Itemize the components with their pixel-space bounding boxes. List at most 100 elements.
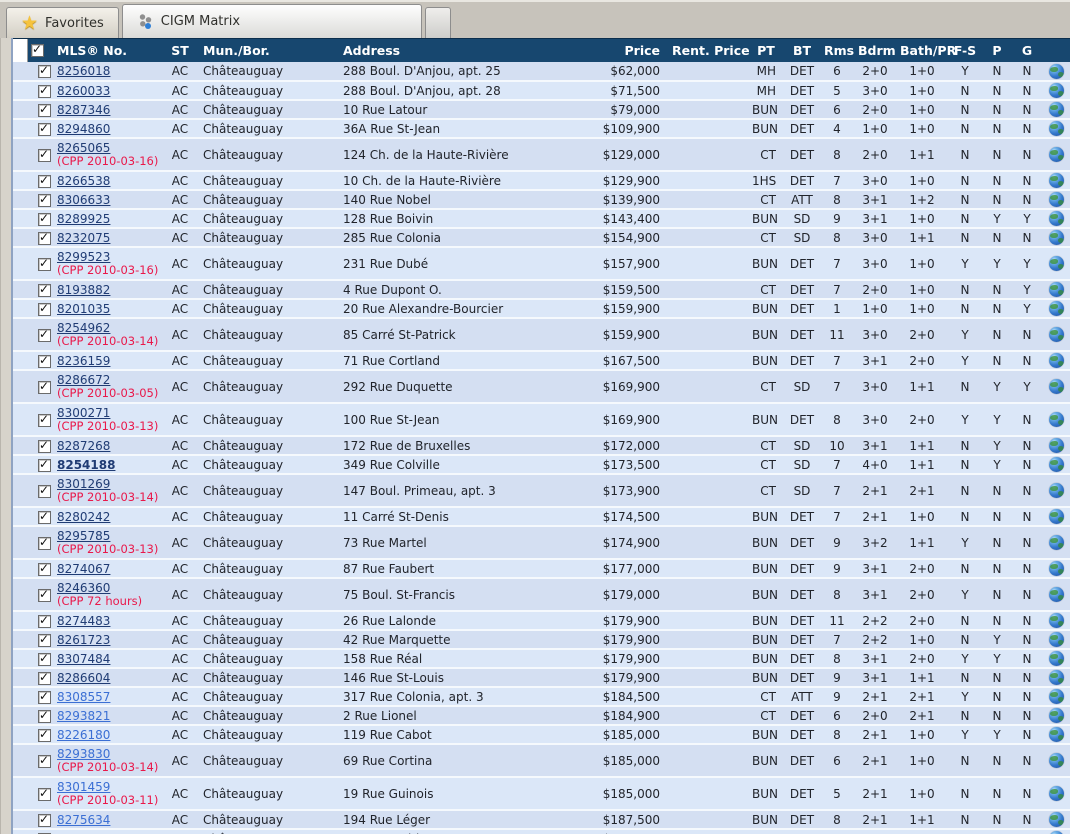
globe-icon[interactable] [1048, 561, 1064, 576]
col-header-p[interactable]: P [982, 38, 1012, 62]
col-header-address[interactable]: Address [339, 38, 576, 62]
globe-icon[interactable] [1048, 689, 1064, 704]
mls-link[interactable]: 8301269 [57, 477, 110, 491]
mls-link[interactable]: 8256018 [57, 64, 110, 78]
row-checkbox[interactable]: ✓ [38, 587, 51, 602]
mls-link[interactable]: 8265065 [57, 141, 110, 155]
mls-link[interactable]: 8293821 [57, 709, 110, 723]
row-checkbox[interactable]: ✓ [38, 689, 51, 704]
mls-link[interactable]: 8286672 [57, 373, 110, 387]
col-header-st[interactable]: ST [161, 38, 199, 62]
mls-link[interactable]: 8261723 [57, 633, 110, 647]
row-checkbox[interactable]: ✓ [38, 412, 51, 427]
row-checkbox[interactable]: ✓ [38, 121, 51, 136]
mls-link[interactable]: 8295785 [57, 529, 110, 543]
globe-icon[interactable] [1048, 651, 1064, 666]
row-checkbox[interactable]: ✓ [38, 483, 51, 498]
mls-link[interactable]: 8280242 [57, 510, 110, 524]
row-checkbox[interactable]: ✓ [38, 192, 51, 207]
globe-icon[interactable] [1048, 727, 1064, 742]
row-checkbox[interactable]: ✓ [38, 708, 51, 723]
col-header-mls[interactable]: MLS® No. [53, 38, 161, 62]
row-checkbox[interactable]: ✓ [38, 509, 51, 524]
row-checkbox[interactable]: ✓ [38, 457, 51, 472]
mls-link[interactable]: 8275634 [57, 813, 110, 827]
mls-link[interactable]: 8193882 [57, 283, 110, 297]
col-header-rent-price[interactable]: Rent. Price [668, 38, 750, 62]
mls-link[interactable]: 8289925 [57, 212, 110, 226]
globe-icon[interactable] [1048, 173, 1064, 188]
col-header-mun[interactable]: Mun./Bor. [199, 38, 339, 62]
row-checkbox[interactable]: ✓ [38, 812, 51, 827]
mls-link[interactable]: 8274067 [57, 562, 110, 576]
globe-icon[interactable] [1048, 192, 1064, 207]
mls-link[interactable]: 8307484 [57, 652, 110, 666]
mls-link[interactable]: 8266538 [57, 174, 110, 188]
row-checkbox[interactable]: ✓ [38, 83, 51, 98]
globe-icon[interactable] [1048, 301, 1064, 316]
globe-icon[interactable] [1048, 613, 1064, 628]
row-checkbox[interactable]: ✓ [38, 613, 51, 628]
row-checkbox[interactable]: ✓ [38, 282, 51, 297]
tab-stub[interactable] [424, 7, 451, 38]
mls-link[interactable]: 8287346 [57, 103, 110, 117]
row-checkbox[interactable]: ✓ [38, 379, 51, 394]
row-checkbox[interactable]: ✓ [38, 147, 51, 162]
globe-icon[interactable] [1048, 786, 1064, 801]
col-header-rms[interactable]: Rms [820, 38, 854, 62]
globe-icon[interactable] [1048, 708, 1064, 723]
globe-icon[interactable] [1048, 535, 1064, 550]
globe-icon[interactable] [1048, 812, 1064, 827]
mls-link[interactable]: 8286604 [57, 671, 110, 685]
row-checkbox[interactable]: ✓ [38, 256, 51, 271]
row-checkbox[interactable]: ✓ [38, 102, 51, 117]
row-checkbox[interactable]: ✓ [38, 535, 51, 550]
col-header-pt[interactable]: PT [748, 38, 784, 62]
tab-favorites[interactable]: ★ Favorites [6, 7, 119, 38]
row-checkbox[interactable]: ✓ [38, 230, 51, 245]
mls-link[interactable]: 8254962 [57, 321, 110, 335]
row-checkbox[interactable]: ✓ [38, 670, 51, 685]
globe-icon[interactable] [1048, 327, 1064, 342]
globe-icon[interactable] [1048, 670, 1064, 685]
mls-link[interactable]: 8226180 [57, 728, 110, 742]
mls-link[interactable]: 8287268 [57, 439, 110, 453]
row-checkbox[interactable]: ✓ [38, 651, 51, 666]
row-checkbox[interactable]: ✓ [38, 753, 51, 768]
globe-icon[interactable] [1048, 102, 1064, 117]
globe-icon[interactable] [1048, 753, 1064, 768]
row-checkbox[interactable]: ✓ [38, 786, 51, 801]
globe-icon[interactable] [1048, 282, 1064, 297]
globe-icon[interactable] [1048, 483, 1064, 498]
tab-cigm-matrix[interactable]: CIGM Matrix [121, 4, 422, 38]
globe-icon[interactable] [1048, 438, 1064, 453]
col-header-bath[interactable]: Bath/PR [896, 38, 956, 62]
mls-link[interactable]: 8301459 [57, 780, 110, 794]
globe-icon[interactable] [1048, 147, 1064, 162]
mls-link[interactable]: 8300271 [57, 406, 110, 420]
globe-icon[interactable] [1048, 211, 1064, 226]
col-header-fs[interactable]: F-S [948, 38, 982, 62]
globe-icon[interactable] [1048, 353, 1064, 368]
mls-link[interactable]: 8308557 [57, 690, 110, 704]
mls-link[interactable]: 8260033 [57, 84, 110, 98]
row-checkbox[interactable]: ✓ [38, 632, 51, 647]
globe-icon[interactable] [1048, 457, 1064, 472]
globe-icon[interactable] [1048, 412, 1064, 427]
mls-link[interactable]: 8201035 [57, 302, 110, 316]
globe-icon[interactable] [1048, 256, 1064, 271]
mls-link[interactable]: 8236159 [57, 354, 110, 368]
globe-icon[interactable] [1048, 121, 1064, 136]
row-checkbox[interactable]: ✓ [38, 327, 51, 342]
row-checkbox[interactable]: ✓ [38, 727, 51, 742]
globe-icon[interactable] [1048, 379, 1064, 394]
globe-icon[interactable] [1048, 230, 1064, 245]
row-checkbox[interactable]: ✓ [38, 438, 51, 453]
mls-link[interactable]: 8232075 [57, 231, 110, 245]
mls-link[interactable]: 8293830 [57, 747, 110, 761]
globe-icon[interactable] [1048, 509, 1064, 524]
globe-icon[interactable] [1048, 632, 1064, 647]
col-header-g[interactable]: G [1012, 38, 1042, 62]
col-header-price[interactable]: Price [576, 38, 668, 62]
row-checkbox[interactable]: ✓ [38, 301, 51, 316]
